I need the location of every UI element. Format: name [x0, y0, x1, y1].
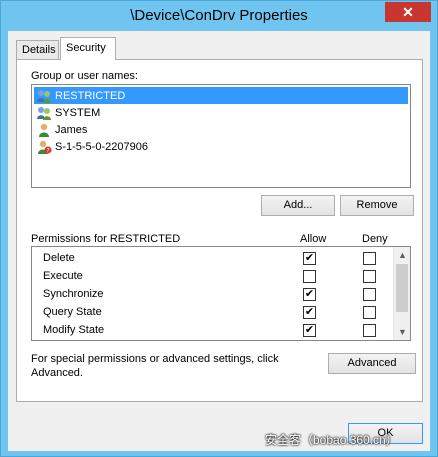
- permission-row-query-state: Query State ✔: [32, 303, 394, 321]
- properties-window: \Device\ConDrv Properties ✕ Details Secu…: [0, 0, 438, 457]
- tab-security[interactable]: Security: [60, 37, 116, 60]
- svg-text:?: ?: [46, 147, 49, 154]
- permission-name: Delete: [43, 252, 75, 264]
- permission-row-synchronize: Synchronize ✔: [32, 285, 394, 303]
- scroll-thumb[interactable]: [396, 264, 408, 312]
- tab-details[interactable]: Details: [16, 40, 59, 60]
- window-title: \Device\ConDrv Properties: [130, 7, 308, 24]
- allow-checkbox[interactable]: ✔: [303, 288, 316, 301]
- permission-name: Modify State: [43, 324, 105, 336]
- group-names-label: Group or user names:: [31, 70, 138, 82]
- scroll-down-arrow-icon[interactable]: ▼: [394, 324, 410, 340]
- deny-checkbox[interactable]: [363, 324, 376, 337]
- deny-checkbox[interactable]: [363, 288, 376, 301]
- deny-checkbox[interactable]: [363, 270, 376, 283]
- special-permissions-text: For special permissions or advanced sett…: [31, 353, 279, 379]
- group-icon: [36, 88, 52, 104]
- permissions-scrollbar[interactable]: ▲ ▼: [393, 247, 410, 340]
- security-tab-panel: Group or user names: RESTRICTED SYSTEM J…: [16, 59, 423, 402]
- allow-column-header: Allow: [300, 233, 327, 245]
- add-button[interactable]: Add...: [261, 195, 335, 216]
- deny-checkbox[interactable]: [363, 252, 376, 265]
- allow-checkbox[interactable]: ✔: [303, 324, 316, 337]
- advanced-button[interactable]: Advanced: [328, 353, 416, 374]
- list-item-james[interactable]: James: [34, 121, 408, 138]
- allow-checkbox[interactable]: ✔: [303, 306, 316, 319]
- title-bar[interactable]: \Device\ConDrv Properties ✕: [1, 1, 437, 31]
- unknown-user-icon: ?: [36, 139, 52, 155]
- user-icon: [36, 122, 52, 138]
- close-button[interactable]: ✕: [385, 2, 431, 22]
- user-list[interactable]: RESTRICTED SYSTEM James ? S-1-5-5-0-2207…: [31, 84, 411, 188]
- permission-name: Synchronize: [43, 288, 104, 300]
- permission-row-delete: Delete ✔: [32, 249, 394, 267]
- permissions-label: Permissions for RESTRICTED: [31, 233, 181, 245]
- group-icon: [36, 105, 52, 121]
- deny-checkbox[interactable]: [363, 306, 376, 319]
- permission-name: Execute: [43, 270, 83, 282]
- user-name: S-1-5-5-0-2207906: [55, 140, 148, 153]
- allow-checkbox[interactable]: [303, 270, 316, 283]
- list-item-sid[interactable]: ? S-1-5-5-0-2207906: [34, 138, 408, 155]
- dialog-client-area: Details Security Group or user names: RE…: [8, 31, 430, 451]
- permissions-list[interactable]: Delete ✔ Execute Synchronize ✔ Query Sta…: [31, 246, 411, 341]
- permission-name: Query State: [43, 306, 102, 318]
- permission-row-modify-state: Modify State ✔: [32, 321, 394, 339]
- allow-checkbox[interactable]: ✔: [303, 252, 316, 265]
- user-name: SYSTEM: [55, 106, 101, 119]
- scroll-up-arrow-icon[interactable]: ▲: [394, 247, 410, 263]
- user-name: James: [55, 123, 88, 136]
- watermark-text: 安全客（bobao.360.cn）: [265, 433, 398, 447]
- permission-row-execute: Execute: [32, 267, 394, 285]
- deny-column-header: Deny: [362, 233, 388, 245]
- list-item-restricted[interactable]: RESTRICTED: [34, 87, 408, 104]
- list-item-system[interactable]: SYSTEM: [34, 104, 408, 121]
- user-name: RESTRICTED: [55, 89, 126, 102]
- remove-button[interactable]: Remove: [340, 195, 414, 216]
